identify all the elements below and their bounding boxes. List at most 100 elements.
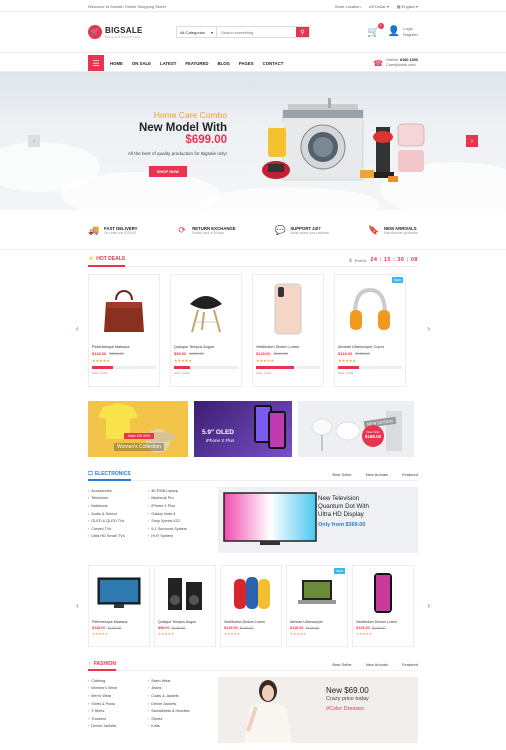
register-link[interactable]: Register xyxy=(403,32,418,38)
rating-stars: ★★★★★ xyxy=(174,358,192,363)
sold-progress xyxy=(338,366,402,369)
category-link[interactable]: Coats & Jackets xyxy=(148,692,208,700)
category-link[interactable]: Accessories xyxy=(88,487,148,495)
category-link[interactable]: Knits xyxy=(148,723,208,731)
category-link[interactable]: iPhone X Plus xyxy=(148,502,208,510)
monitor-image xyxy=(92,569,146,617)
nav-pages[interactable]: PAGES xyxy=(239,61,254,66)
nav-on-sale[interactable]: ON SALE xyxy=(132,61,151,66)
chat-icon: 💬 xyxy=(274,224,286,235)
product-card[interactable]: Pellentesque Malesua $118.00 $126.00 ★★★★★ xyxy=(88,565,150,647)
product-card[interactable]: Pellentesque Malesua $118.00 $126.00 ★★★★… xyxy=(88,274,160,387)
sold-progress xyxy=(174,366,238,369)
category-link[interactable]: T-Shirts xyxy=(88,707,148,715)
category-link[interactable]: Shirts & Polos xyxy=(88,700,148,708)
tv-image xyxy=(223,492,317,545)
fashion-banner[interactable]: New $69.00 Crazy price today #Color Dres… xyxy=(218,677,418,743)
product-card[interactable]: Quisque Tempus Augue $98.00 $120.00 ★★★★★… xyxy=(170,274,242,387)
tab-new-arrivals[interactable]: New Arrivals xyxy=(366,662,388,667)
nav-blog[interactable]: BLOG xyxy=(217,61,229,66)
electronics-prev-arrow[interactable]: ‹ xyxy=(76,601,79,610)
promo-banner-chairs[interactable]: NEW DESIGN Now Only $169.00 xyxy=(298,401,414,457)
category-link[interactable]: Sony Xperia XZ2 xyxy=(148,517,208,525)
category-link[interactable]: 4K RGB Laptop xyxy=(148,487,208,495)
search-input[interactable] xyxy=(217,27,296,37)
category-link[interactable]: Television xyxy=(88,495,148,503)
category-link[interactable]: Macbook Pro xyxy=(148,495,208,503)
promo-banner-iphone[interactable]: 5.9" OLED iPhone X Plus xyxy=(194,401,292,457)
logo[interactable]: 🛒 BIGSALE MEGASHOPPING xyxy=(88,25,176,39)
category-link[interactable]: Denim Jackets xyxy=(88,723,148,731)
nav-home[interactable]: HOME xyxy=(110,61,123,66)
category-link[interactable]: Audio & Sound xyxy=(88,510,148,518)
cart-icon: 🛒 xyxy=(367,26,380,38)
category-link[interactable]: Men's Wear xyxy=(88,692,148,700)
product-card[interactable]: Vestibulum Dictum Lorem $128.00 $140.00 ★★★… xyxy=(220,565,282,647)
hero-slider: ‹ › Home Care Combo New Model With $699.… xyxy=(0,72,506,210)
tab-featured[interactable]: Featured xyxy=(402,662,418,667)
rating-stars: ★★★★★ xyxy=(92,358,110,363)
hero-subtitle: Home Care Combo xyxy=(153,110,227,120)
product-card[interactable]: Quisque Tempus Augue $98.00 $120.00 ★★★★★ xyxy=(154,565,216,647)
countdown: ⏱ End in: 24 : 15 : 36 : 08 xyxy=(348,257,418,263)
category-select[interactable]: All Categories ▾ xyxy=(177,27,217,37)
sold-progress xyxy=(92,366,156,369)
language-select[interactable]: ▦ English ▾ xyxy=(397,4,418,9)
category-link[interactable]: Curved TVs xyxy=(88,525,148,533)
laptop-image xyxy=(290,569,344,617)
account-menu[interactable]: 👤 Login Register xyxy=(388,26,418,38)
bag-image xyxy=(92,278,156,340)
cart-button[interactable]: 🛒 0 xyxy=(367,22,384,38)
category-link[interactable]: Jeans xyxy=(148,685,208,693)
feature-return: ⟳ RETURN EXCHANGE Money back in 30days xyxy=(176,224,235,236)
phone-image xyxy=(256,278,320,340)
product-card[interactable]: Vestibulum Dictum Lorem $128.00 $140.00 ★… xyxy=(252,274,324,387)
chevron-down-icon: ▾ xyxy=(210,29,213,35)
nav-latest[interactable]: LATEST xyxy=(160,61,176,66)
category-link[interactable]: Notebook xyxy=(88,502,148,510)
shop-now-button[interactable]: SHOP NOW xyxy=(148,166,187,177)
menu-icon[interactable]: ☰ xyxy=(88,55,104,71)
headphones-image xyxy=(338,278,402,340)
hotdeals-next-arrow[interactable]: › xyxy=(427,324,430,333)
tab-best-seller[interactable]: Best Seller xyxy=(332,472,351,477)
tab-new-arrivals[interactable]: New Arrivals xyxy=(366,472,388,477)
category-link[interactable]: 5.1 Surround System xyxy=(148,525,208,533)
category-link[interactable]: Ultra HD Smart TVs xyxy=(88,533,148,541)
category-link[interactable]: Denim Jackets xyxy=(148,700,208,708)
category-link[interactable]: Hi-Fi System xyxy=(148,533,208,541)
iphone-x-image xyxy=(356,569,410,617)
nav-contact[interactable]: CONTACT xyxy=(263,61,284,66)
electronics-next-arrow[interactable]: › xyxy=(427,601,430,610)
chairs-image xyxy=(298,401,414,457)
main-nav: ☰ HOME ON SALE LATEST FEATURED BLOG PAGE… xyxy=(0,52,506,72)
flag-icon: ▦ xyxy=(396,3,401,9)
store-location-link[interactable]: Store Location xyxy=(335,4,361,9)
category-link[interactable]: OLED & QLED TVs xyxy=(88,517,148,525)
category-link[interactable]: Swim Wear xyxy=(148,677,208,685)
promo-banner-women[interactable]: Sale Off 40% Women's Collection xyxy=(88,401,188,457)
category-link[interactable]: Shorts xyxy=(148,715,208,723)
search-button[interactable]: ⚲ xyxy=(296,27,309,37)
tab-featured[interactable]: Featured xyxy=(402,472,418,477)
monitor-icon: 🖵 xyxy=(88,470,93,477)
currency-select[interactable]: US Dollar ▾ xyxy=(369,4,389,9)
nav-featured[interactable]: FEATURED xyxy=(185,61,208,66)
rating-stars: ★★★★★ xyxy=(256,358,274,363)
product-card[interactable]: NEW Aenean Ullamcorper Copor $118.00 $126… xyxy=(334,274,406,387)
tab-best-seller[interactable]: Best Seller xyxy=(332,662,351,667)
category-link[interactable]: Clothing xyxy=(88,677,148,685)
user-icon: 👤 xyxy=(387,26,401,37)
rating-stars: ★★★★★ xyxy=(338,358,356,363)
category-link[interactable]: Sweatshirts & Hoodies xyxy=(148,707,208,715)
category-link[interactable]: Trousers xyxy=(88,715,148,723)
product-card[interactable]: NEW Aenean Ullamcorper $118.00 $126.00 ★★★★★ xyxy=(286,565,348,647)
hero-prev-button[interactable]: ‹ xyxy=(28,135,40,147)
category-link[interactable]: Women's Wear xyxy=(88,685,148,693)
hotdeals-prev-arrow[interactable]: ‹ xyxy=(76,324,79,333)
product-card[interactable]: Vestibulum Dictum Lorem $128.00 $140.00 ★★★… xyxy=(352,565,414,647)
bookmark-icon: 🔖 xyxy=(368,224,380,235)
hero-next-button[interactable]: › xyxy=(466,135,478,147)
electronics-banner[interactable]: New Television Quantum Dot With Ultra HD… xyxy=(218,487,418,553)
category-link[interactable]: Galaxy Note 8 xyxy=(148,510,208,518)
